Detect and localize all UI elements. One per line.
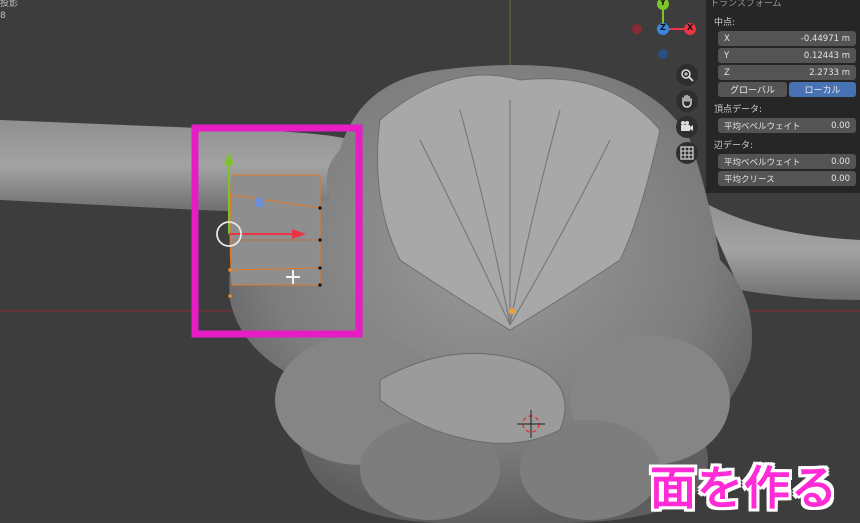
ortho-toggle-button[interactable] — [676, 142, 698, 164]
vertex-data-label: 頂点データ: — [714, 105, 763, 115]
camera-icon — [681, 121, 693, 131]
gizmo-negz-ball — [658, 49, 668, 59]
median-y-field[interactable]: Y 0.12443 m — [718, 48, 856, 63]
transform-panel: トランスフォーム 中点: X -0.44971 m Y 0.12443 m Z … — [706, 0, 860, 193]
viewport-info-label: 8 — [0, 11, 6, 21]
median-x-label: X — [724, 33, 730, 44]
gizmo-x-label: X — [687, 23, 694, 32]
projection-label: 投影 — [0, 0, 19, 9]
median-z-field[interactable]: Z 2.2733 m — [718, 65, 856, 80]
zoom-button[interactable] — [676, 64, 698, 86]
edge-data-label: 辺データ: — [714, 141, 754, 151]
median-z-value: 2.2733 m — [809, 67, 850, 78]
edge-crease-label: 平均クリース — [724, 174, 775, 185]
median-y-label: Y — [724, 50, 730, 61]
viewport-header-text: 投影 8 — [0, 0, 18, 22]
median-x-value: -0.44971 m — [800, 33, 850, 44]
gizmo-negx-ball — [632, 24, 642, 34]
median-z-label: Z — [724, 67, 730, 78]
edge-crease-value: 0.00 — [831, 173, 850, 184]
gizmo-z-label: Z — [660, 23, 666, 32]
selected-mesh[interactable] — [228, 174, 322, 298]
hand-icon — [682, 94, 692, 108]
caption-text: 面を作る — [650, 461, 838, 515]
median-x-field[interactable]: X -0.44971 m — [718, 31, 856, 46]
edge-bevel-value: 0.00 — [831, 156, 850, 167]
vertex-bevel-field[interactable]: 平均ベベルウェイト 0.00 — [718, 118, 856, 133]
median-label: 中点: — [714, 18, 736, 28]
edge-bevel-label: 平均ベベルウェイト — [724, 157, 801, 168]
grid-icon — [680, 146, 694, 160]
pan-button[interactable] — [676, 90, 698, 112]
edge-crease-field[interactable]: 平均クリース 0.00 — [718, 171, 856, 186]
median-y-value: 0.12443 m — [803, 50, 850, 61]
local-toggle[interactable]: ローカル — [789, 82, 856, 97]
zoom-icon — [681, 69, 694, 82]
panel-title: トランスフォーム — [710, 0, 782, 9]
edge-bevel-field[interactable]: 平均ベベルウェイト 0.00 — [718, 154, 856, 169]
vertex-bevel-label: 平均ベベルウェイト — [724, 121, 801, 132]
vertex-bevel-value: 0.00 — [831, 120, 850, 131]
camera-button[interactable] — [676, 116, 698, 138]
object-origin — [509, 308, 515, 314]
global-toggle[interactable]: グローバル — [718, 82, 787, 97]
gizmo-y-label: Y — [660, 0, 666, 7]
